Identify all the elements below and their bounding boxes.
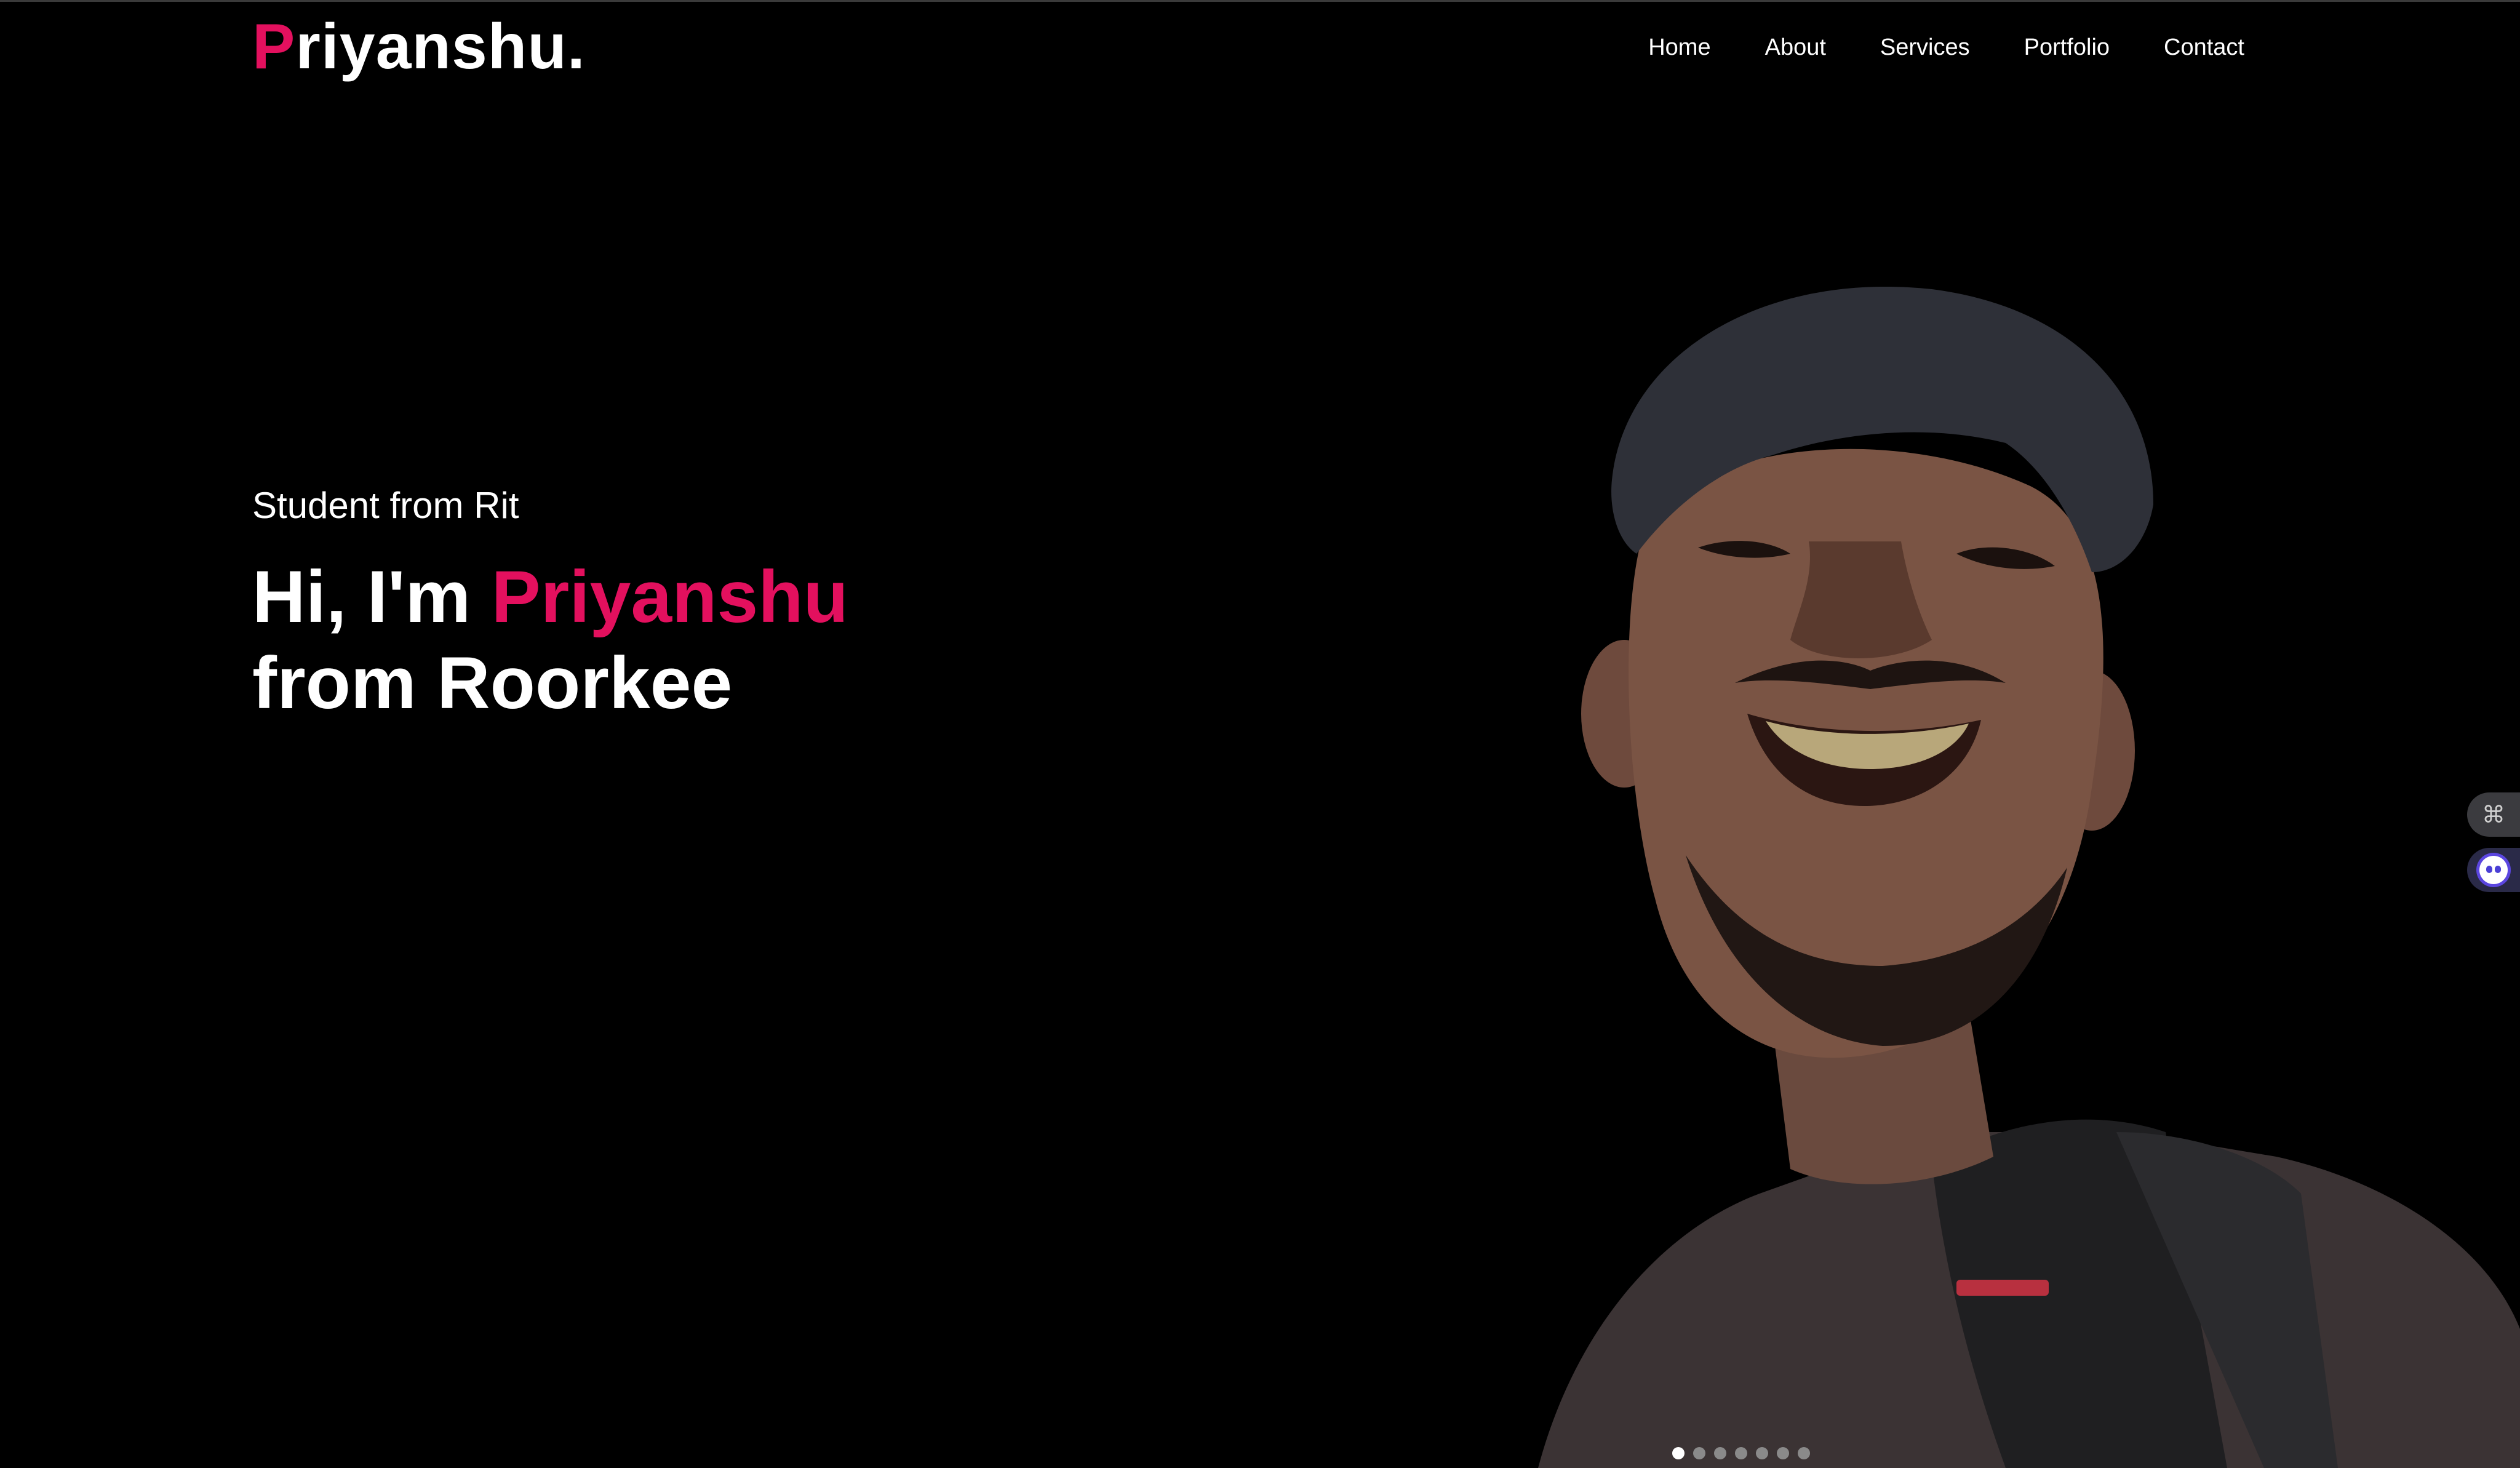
slider-dot-5[interactable]	[1756, 1447, 1768, 1459]
slider-dot-3[interactable]	[1714, 1447, 1726, 1459]
hero-location: from Roorkee	[252, 642, 733, 724]
slider-dot-1[interactable]	[1672, 1447, 1685, 1459]
hero-name: Priyanshu	[491, 556, 848, 638]
nav-contact[interactable]: Contact	[2164, 36, 2244, 59]
logo-initial: P	[252, 11, 296, 82]
page: Priyanshu. Home About Services Portfolio…	[0, 0, 2520, 1468]
slider-dot-4[interactable]	[1735, 1447, 1747, 1459]
hero-greeting: Hi, I'm	[252, 556, 492, 638]
nav-portfolio[interactable]: Portfolio	[2024, 36, 2110, 59]
site-logo[interactable]: Priyanshu.	[252, 15, 586, 79]
slider-pagination	[1672, 1447, 1810, 1459]
strap-tag	[1956, 1280, 2049, 1296]
main-nav: Home About Services Portfolio Contact	[1648, 36, 2244, 59]
slider-dot-7[interactable]	[1798, 1447, 1810, 1459]
chat-bot-icon	[2476, 853, 2511, 887]
hero-headline: Hi, I'm Priyanshu from Roorkee	[252, 554, 848, 726]
command-icon: ⌘	[2482, 802, 2505, 828]
slider-dot-6[interactable]	[1777, 1447, 1789, 1459]
nav-services[interactable]: Services	[1880, 36, 1970, 59]
top-border	[0, 0, 2520, 2]
nav-home[interactable]: Home	[1648, 36, 1710, 59]
command-widget[interactable]: ⌘	[2467, 792, 2520, 837]
logo-text: riyanshu.	[295, 11, 586, 82]
slider-dot-2[interactable]	[1693, 1447, 1705, 1459]
profile-photo	[1538, 286, 2520, 1468]
hero-subtitle: Student from Rit	[252, 485, 519, 526]
chat-bot-widget[interactable]	[2467, 848, 2520, 892]
nav-about[interactable]: About	[1765, 36, 1826, 59]
